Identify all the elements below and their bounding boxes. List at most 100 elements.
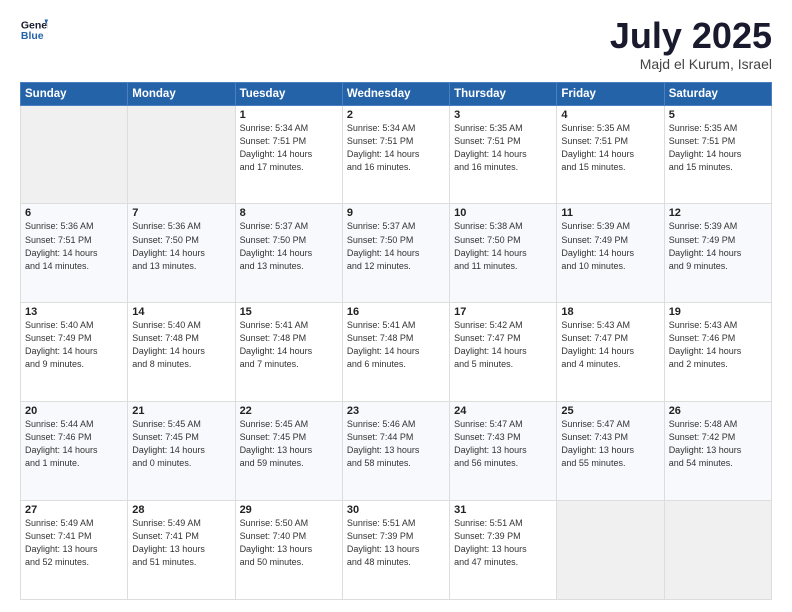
day-number: 16 [347,306,445,318]
table-row [557,501,664,600]
table-row: 26Sunrise: 5:48 AM Sunset: 7:42 PM Dayli… [664,402,771,501]
table-row: 5Sunrise: 5:35 AM Sunset: 7:51 PM Daylig… [664,105,771,204]
day-info: Sunrise: 5:37 AM Sunset: 7:50 PM Dayligh… [240,220,338,272]
day-info: Sunrise: 5:34 AM Sunset: 7:51 PM Dayligh… [240,122,338,174]
col-monday: Monday [128,82,235,105]
table-row: 25Sunrise: 5:47 AM Sunset: 7:43 PM Dayli… [557,402,664,501]
month-title: July 2025 [610,16,772,56]
table-row: 8Sunrise: 5:37 AM Sunset: 7:50 PM Daylig… [235,204,342,303]
table-row [664,501,771,600]
table-row: 7Sunrise: 5:36 AM Sunset: 7:50 PM Daylig… [128,204,235,303]
day-info: Sunrise: 5:37 AM Sunset: 7:50 PM Dayligh… [347,220,445,272]
day-number: 2 [347,109,445,121]
table-row: 15Sunrise: 5:41 AM Sunset: 7:48 PM Dayli… [235,303,342,402]
day-number: 22 [240,405,338,417]
day-number: 17 [454,306,552,318]
day-info: Sunrise: 5:49 AM Sunset: 7:41 PM Dayligh… [25,517,123,569]
day-number: 3 [454,109,552,121]
table-row: 10Sunrise: 5:38 AM Sunset: 7:50 PM Dayli… [450,204,557,303]
col-sunday: Sunday [21,82,128,105]
day-info: Sunrise: 5:51 AM Sunset: 7:39 PM Dayligh… [347,517,445,569]
day-info: Sunrise: 5:51 AM Sunset: 7:39 PM Dayligh… [454,517,552,569]
day-number: 9 [347,207,445,219]
table-row: 29Sunrise: 5:50 AM Sunset: 7:40 PM Dayli… [235,501,342,600]
calendar-table: Sunday Monday Tuesday Wednesday Thursday… [20,82,772,600]
table-row: 11Sunrise: 5:39 AM Sunset: 7:49 PM Dayli… [557,204,664,303]
day-info: Sunrise: 5:48 AM Sunset: 7:42 PM Dayligh… [669,418,767,470]
col-saturday: Saturday [664,82,771,105]
day-number: 12 [669,207,767,219]
logo-icon: General Blue [20,16,48,44]
table-row: 27Sunrise: 5:49 AM Sunset: 7:41 PM Dayli… [21,501,128,600]
day-number: 25 [561,405,659,417]
table-row: 16Sunrise: 5:41 AM Sunset: 7:48 PM Dayli… [342,303,449,402]
table-row: 4Sunrise: 5:35 AM Sunset: 7:51 PM Daylig… [557,105,664,204]
day-info: Sunrise: 5:47 AM Sunset: 7:43 PM Dayligh… [454,418,552,470]
calendar-week-row: 20Sunrise: 5:44 AM Sunset: 7:46 PM Dayli… [21,402,772,501]
table-row: 30Sunrise: 5:51 AM Sunset: 7:39 PM Dayli… [342,501,449,600]
calendar-week-row: 13Sunrise: 5:40 AM Sunset: 7:49 PM Dayli… [21,303,772,402]
day-number: 30 [347,504,445,516]
day-info: Sunrise: 5:39 AM Sunset: 7:49 PM Dayligh… [669,220,767,272]
day-number: 4 [561,109,659,121]
table-row: 28Sunrise: 5:49 AM Sunset: 7:41 PM Dayli… [128,501,235,600]
day-info: Sunrise: 5:41 AM Sunset: 7:48 PM Dayligh… [347,319,445,371]
table-row: 2Sunrise: 5:34 AM Sunset: 7:51 PM Daylig… [342,105,449,204]
col-friday: Friday [557,82,664,105]
table-row: 18Sunrise: 5:43 AM Sunset: 7:47 PM Dayli… [557,303,664,402]
table-row: 9Sunrise: 5:37 AM Sunset: 7:50 PM Daylig… [342,204,449,303]
day-number: 11 [561,207,659,219]
day-number: 29 [240,504,338,516]
title-block: July 2025 Majd el Kurum, Israel [610,16,772,72]
day-info: Sunrise: 5:43 AM Sunset: 7:47 PM Dayligh… [561,319,659,371]
day-info: Sunrise: 5:35 AM Sunset: 7:51 PM Dayligh… [454,122,552,174]
day-number: 5 [669,109,767,121]
table-row: 1Sunrise: 5:34 AM Sunset: 7:51 PM Daylig… [235,105,342,204]
table-row: 24Sunrise: 5:47 AM Sunset: 7:43 PM Dayli… [450,402,557,501]
location: Majd el Kurum, Israel [610,56,772,72]
day-number: 26 [669,405,767,417]
day-info: Sunrise: 5:35 AM Sunset: 7:51 PM Dayligh… [561,122,659,174]
table-row: 19Sunrise: 5:43 AM Sunset: 7:46 PM Dayli… [664,303,771,402]
table-row: 31Sunrise: 5:51 AM Sunset: 7:39 PM Dayli… [450,501,557,600]
table-row: 3Sunrise: 5:35 AM Sunset: 7:51 PM Daylig… [450,105,557,204]
page-header: General Blue July 2025 Majd el Kurum, Is… [20,16,772,72]
day-info: Sunrise: 5:36 AM Sunset: 7:51 PM Dayligh… [25,220,123,272]
svg-text:Blue: Blue [21,30,44,42]
table-row [128,105,235,204]
table-row: 22Sunrise: 5:45 AM Sunset: 7:45 PM Dayli… [235,402,342,501]
day-number: 19 [669,306,767,318]
day-info: Sunrise: 5:47 AM Sunset: 7:43 PM Dayligh… [561,418,659,470]
day-info: Sunrise: 5:38 AM Sunset: 7:50 PM Dayligh… [454,220,552,272]
calendar-header-row: Sunday Monday Tuesday Wednesday Thursday… [21,82,772,105]
day-number: 27 [25,504,123,516]
day-number: 13 [25,306,123,318]
calendar-week-row: 1Sunrise: 5:34 AM Sunset: 7:51 PM Daylig… [21,105,772,204]
day-number: 23 [347,405,445,417]
day-info: Sunrise: 5:42 AM Sunset: 7:47 PM Dayligh… [454,319,552,371]
col-thursday: Thursday [450,82,557,105]
calendar-week-row: 27Sunrise: 5:49 AM Sunset: 7:41 PM Dayli… [21,501,772,600]
day-number: 8 [240,207,338,219]
day-info: Sunrise: 5:45 AM Sunset: 7:45 PM Dayligh… [132,418,230,470]
col-wednesday: Wednesday [342,82,449,105]
day-info: Sunrise: 5:46 AM Sunset: 7:44 PM Dayligh… [347,418,445,470]
table-row: 17Sunrise: 5:42 AM Sunset: 7:47 PM Dayli… [450,303,557,402]
day-info: Sunrise: 5:49 AM Sunset: 7:41 PM Dayligh… [132,517,230,569]
day-number: 6 [25,207,123,219]
calendar-week-row: 6Sunrise: 5:36 AM Sunset: 7:51 PM Daylig… [21,204,772,303]
table-row: 6Sunrise: 5:36 AM Sunset: 7:51 PM Daylig… [21,204,128,303]
day-number: 15 [240,306,338,318]
table-row: 23Sunrise: 5:46 AM Sunset: 7:44 PM Dayli… [342,402,449,501]
day-number: 20 [25,405,123,417]
day-number: 28 [132,504,230,516]
day-info: Sunrise: 5:44 AM Sunset: 7:46 PM Dayligh… [25,418,123,470]
day-number: 10 [454,207,552,219]
table-row: 14Sunrise: 5:40 AM Sunset: 7:48 PM Dayli… [128,303,235,402]
day-number: 18 [561,306,659,318]
table-row [21,105,128,204]
day-number: 1 [240,109,338,121]
day-number: 21 [132,405,230,417]
day-info: Sunrise: 5:34 AM Sunset: 7:51 PM Dayligh… [347,122,445,174]
day-number: 7 [132,207,230,219]
